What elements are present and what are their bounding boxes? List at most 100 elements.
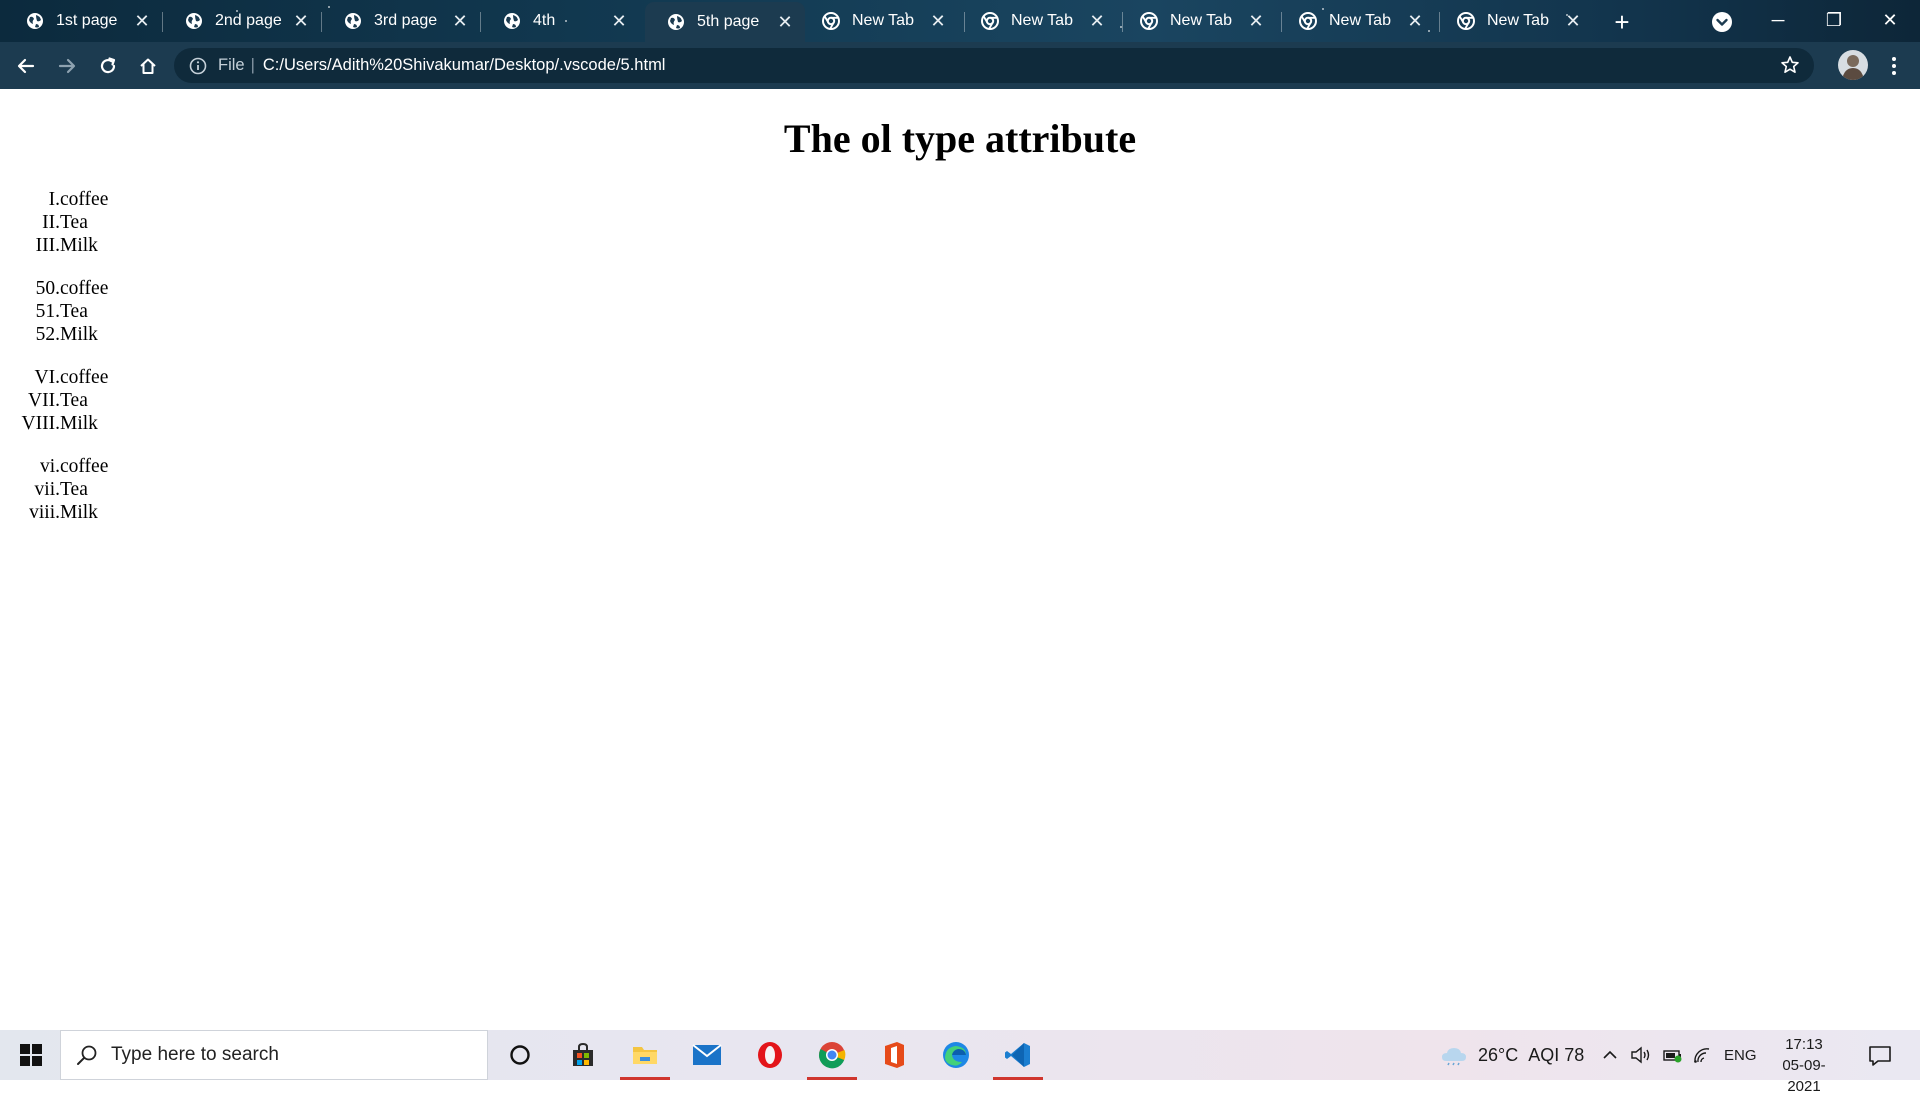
- list-marker: viii.: [29, 502, 60, 523]
- forward-button[interactable]: [51, 50, 83, 82]
- store-icon[interactable]: [558, 1030, 608, 1080]
- minimize-button[interactable]: ─: [1750, 0, 1806, 40]
- list-marker: VIII.: [21, 413, 60, 434]
- reload-icon: [100, 57, 116, 74]
- list-marker: 50.: [35, 278, 60, 299]
- chrome-icon: [1457, 12, 1475, 30]
- list-item-text: Milk: [60, 502, 98, 523]
- list-item: II. Tea: [0, 211, 160, 234]
- tab-close-button[interactable]: ✕: [1085, 9, 1109, 33]
- battery-button[interactable]: [1662, 1030, 1684, 1080]
- list-item: 51. Tea: [0, 300, 160, 323]
- weather-cloud-icon: [1442, 1048, 1466, 1066]
- network-button[interactable]: [1692, 1030, 1712, 1080]
- profile-avatar[interactable]: [1838, 50, 1868, 80]
- notification-center-button[interactable]: [1866, 1042, 1894, 1070]
- list-item-text: coffee: [60, 189, 109, 210]
- edge-icon[interactable]: [931, 1030, 981, 1080]
- tab-title: 1st page: [56, 12, 118, 29]
- tab-title: 4th: [533, 12, 556, 29]
- url-text[interactable]: C:/Users/Adith%20Shivakumar/Desktop/.vsc…: [263, 56, 666, 75]
- list-marker: 51.: [35, 301, 60, 322]
- tab-new-tab[interactable]: New Tab ✕: [1277, 4, 1435, 38]
- list-item: VII. Tea: [0, 389, 160, 412]
- tab-5th-page[interactable]: 5th page ✕: [645, 2, 805, 42]
- list-item: vi. coffee: [0, 455, 160, 478]
- bookmark-star-icon[interactable]: [1780, 55, 1800, 75]
- input-language[interactable]: ENG: [1724, 1030, 1757, 1080]
- tab-close-button[interactable]: ✕: [926, 9, 950, 33]
- new-tab-button[interactable]: +: [1608, 7, 1636, 37]
- list-item: VIII. Milk: [0, 412, 160, 435]
- scheme-label: File: [218, 56, 245, 74]
- tab-title: New Tab: [1011, 12, 1073, 29]
- tab-new-tab[interactable]: New Tab ✕: [1435, 4, 1593, 38]
- battery-icon: [1663, 1050, 1682, 1063]
- list-item-text: Tea: [60, 479, 88, 500]
- arrow-left-icon: [17, 58, 35, 74]
- chrome-icon: [1140, 12, 1158, 30]
- chrome-icon[interactable]: [807, 1030, 857, 1080]
- tab-close-button[interactable]: ✕: [130, 9, 154, 33]
- tab-4th[interactable]: 4th ✕: [481, 4, 639, 38]
- ordered-list-upper-roman-start-6: VI. coffee VII. Tea VIII. Milk: [0, 366, 160, 435]
- page-viewport: The ol type attribute I. coffee II. Tea II…: [0, 89, 1920, 1029]
- mail-icon[interactable]: [682, 1030, 732, 1080]
- tab-title: 3rd page: [374, 12, 438, 29]
- list-item-text: coffee: [60, 278, 109, 299]
- list-item-text: Milk: [60, 235, 98, 256]
- globe-icon: [26, 12, 44, 30]
- list-marker: I.: [48, 189, 60, 210]
- tab-close-button[interactable]: ✕: [1244, 9, 1268, 33]
- cortana-icon[interactable]: [495, 1030, 545, 1080]
- restore-button[interactable]: ❐: [1806, 0, 1862, 40]
- reload-button[interactable]: [92, 50, 124, 82]
- opera-icon[interactable]: [745, 1030, 795, 1080]
- volume-button[interactable]: [1630, 1030, 1652, 1080]
- info-icon[interactable]: [188, 56, 208, 76]
- globe-icon: [344, 12, 362, 30]
- tab-new-tab[interactable]: New Tab ✕: [800, 4, 958, 38]
- office-icon[interactable]: [869, 1030, 919, 1080]
- address-bar[interactable]: File | C:/Users/Adith%20Shivakumar/Deskt…: [174, 48, 1814, 83]
- list-item-text: coffee: [60, 367, 109, 388]
- clock-date: 05-09-2021: [1782, 1057, 1826, 1095]
- browser-menu-button[interactable]: [1880, 50, 1908, 82]
- tab-new-tab[interactable]: New Tab ✕: [959, 4, 1117, 38]
- list-item: VI. coffee: [0, 366, 160, 389]
- tab-close-button[interactable]: ✕: [1403, 9, 1427, 33]
- file-explorer-icon[interactable]: [620, 1030, 670, 1080]
- back-button[interactable]: [10, 50, 42, 82]
- tab-close-button[interactable]: ✕: [607, 9, 631, 33]
- tab-search-button[interactable]: [1708, 8, 1736, 36]
- vscode-icon[interactable]: [993, 1030, 1043, 1080]
- tab-close-button[interactable]: ✕: [773, 10, 797, 34]
- weather-temp: 26°C: [1478, 1044, 1519, 1065]
- tab-1st-page[interactable]: 1st page ✕: [4, 4, 162, 38]
- globe-icon: [185, 12, 203, 30]
- chrome-icon: [822, 12, 840, 30]
- list-item: 50. coffee: [0, 277, 160, 300]
- tab-close-button[interactable]: ✕: [448, 9, 472, 33]
- tab-close-button[interactable]: ✕: [1561, 9, 1585, 33]
- tab-2nd-page[interactable]: 2nd page ✕: [163, 4, 321, 38]
- taskbar-search-box[interactable]: Type here to search: [60, 1030, 488, 1080]
- list-item: 52. Milk: [0, 323, 160, 346]
- chevron-up-icon: [1603, 1050, 1617, 1059]
- list-marker: vi.: [39, 456, 60, 477]
- home-button[interactable]: [132, 50, 164, 82]
- list-marker: VI.: [34, 367, 60, 388]
- taskbar-clock[interactable]: 17:13 05-09-2021: [1768, 1034, 1840, 1097]
- show-hidden-icons-button[interactable]: [1602, 1030, 1618, 1080]
- list-item: vii. Tea: [0, 478, 160, 501]
- tab-title: New Tab: [852, 12, 914, 29]
- tab-new-tab[interactable]: New Tab ✕: [1118, 4, 1276, 38]
- tab-3rd-page[interactable]: 3rd page ✕: [322, 4, 480, 38]
- tab-close-button[interactable]: ✕: [289, 9, 313, 33]
- weather-widget[interactable]: 26°C AQI 78: [1440, 1030, 1584, 1080]
- weather-aqi: AQI 78: [1528, 1044, 1585, 1065]
- browser-frame: 1st page ✕ 2nd page ✕ 3rd page ✕ 4th ✕ 5…: [0, 0, 1920, 89]
- start-button[interactable]: [10, 1040, 52, 1070]
- scheme-divider: |: [250, 56, 255, 74]
- close-window-button[interactable]: ✕: [1862, 0, 1918, 40]
